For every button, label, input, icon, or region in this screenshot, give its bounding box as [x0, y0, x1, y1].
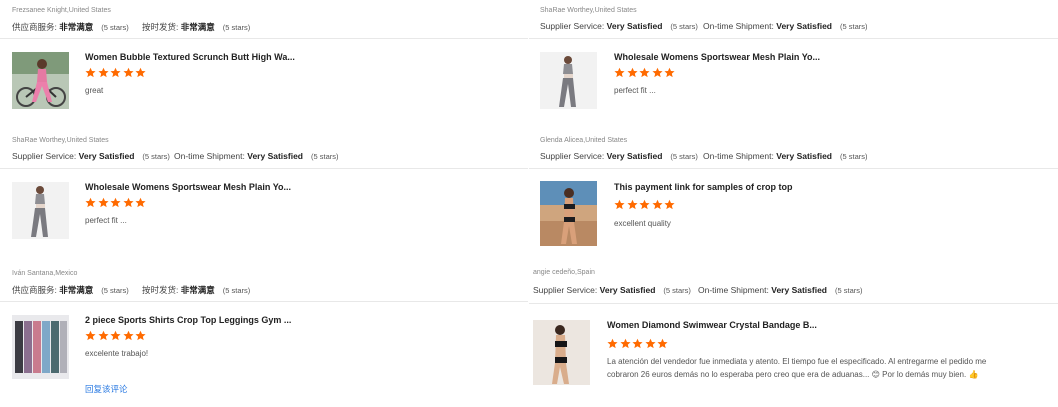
- product-title[interactable]: 2 piece Sports Shirts Crop Top Leggings …: [85, 315, 291, 325]
- buyer-name: Iván Santana,Mexico: [12, 270, 78, 277]
- review-body: Women Bubble Textured Scrunch Butt High …: [0, 39, 528, 129]
- star-icon: [135, 330, 146, 341]
- star-icon: [97, 197, 109, 208]
- buyer-name: angie cedeño,Spain: [533, 269, 595, 276]
- buyer-name: ShaRae Worthey,United States: [12, 137, 109, 144]
- review-meta: ShaRae Worthey,United States Supplier Se…: [0, 130, 528, 169]
- review-comment: great: [85, 86, 104, 95]
- review-body: Wholesale Womens Sportswear Mesh Plain Y…: [0, 169, 528, 259]
- review-comment: excelente trabajo!: [85, 349, 149, 358]
- rating-stars: [85, 197, 148, 209]
- shipment-rating: 按时发货: 非常满意 (5 stars): [142, 285, 251, 295]
- product-title[interactable]: Wholesale Womens Sportswear Mesh Plain Y…: [614, 52, 820, 62]
- review-comment: excellent quality: [614, 219, 671, 228]
- sports-sets-photo[interactable]: [12, 315, 69, 379]
- supplier-service-rating: 供应商服务: 非常满意 (5 stars): [12, 22, 129, 32]
- review-comment: perfect fit ...: [614, 86, 656, 95]
- star-icon: [97, 330, 109, 341]
- star-icon: [664, 199, 675, 210]
- star-icon: [85, 67, 96, 78]
- star-icon: [607, 338, 618, 349]
- star-icon: [122, 330, 134, 341]
- star-icon: [122, 197, 134, 208]
- review-card: angie cedeño,Spain Supplier Service: Ver…: [529, 262, 1058, 404]
- supplier-service-rating: Supplier Service: Very Satisfied (5 stars…: [540, 151, 698, 161]
- review-body: Wholesale Womens Sportswear Mesh Plain Y…: [529, 39, 1058, 129]
- supplier-service-rating: 供应商服务: 非常满意 (5 stars): [12, 285, 129, 295]
- rating-stars: [614, 199, 677, 211]
- pink-leggings-photo[interactable]: [12, 52, 69, 109]
- review-card: Glenda Alicea,United States Supplier Ser…: [529, 130, 1058, 259]
- star-icon: [110, 67, 121, 78]
- buyer-name: Frezsanee Knight,United States: [12, 7, 111, 14]
- star-icon: [135, 197, 146, 208]
- star-icon: [657, 338, 668, 349]
- star-icon: [614, 67, 625, 78]
- buyer-name: Glenda Alicea,United States: [540, 137, 628, 144]
- star-icon: [110, 197, 121, 208]
- product-title[interactable]: Women Bubble Textured Scrunch Butt High …: [85, 52, 295, 62]
- star-icon: [644, 338, 656, 349]
- review-comment-line: La atención del vendedor fue inmediata y…: [607, 357, 987, 366]
- review-body: Women Diamond Swimwear Crystal Bandage B…: [529, 304, 1058, 404]
- reply-review-link[interactable]: 回复该评论: [85, 383, 128, 395]
- review-meta: Iván Santana,Mexico 供应商服务: 非常满意 (5 stars)…: [0, 263, 528, 302]
- review-card: Iván Santana,Mexico 供应商服务: 非常满意 (5 stars)…: [0, 263, 528, 407]
- review-meta: ShaRae Worthey,United States Supplier Se…: [529, 0, 1058, 39]
- star-icon: [110, 330, 121, 341]
- shipment-rating: On-time Shipment: Very Satisfied (5 stars…: [703, 21, 868, 31]
- review-comment: perfect fit ...: [85, 216, 127, 225]
- star-icon: [122, 67, 134, 78]
- buyer-name: ShaRae Worthey,United States: [540, 7, 637, 14]
- star-icon: [651, 67, 663, 78]
- product-title[interactable]: This payment link for samples of crop to…: [614, 182, 793, 192]
- star-icon: [85, 197, 96, 208]
- grey-sportswear-photo[interactable]: [12, 182, 69, 239]
- shipment-rating: On-time Shipment: Very Satisfied (5 stars…: [698, 285, 863, 295]
- bikini-photo[interactable]: [540, 181, 597, 246]
- star-icon: [639, 67, 650, 78]
- star-icon: [651, 199, 663, 210]
- black-swimwear-photo[interactable]: [533, 320, 590, 385]
- product-title[interactable]: Wholesale Womens Sportswear Mesh Plain Y…: [85, 182, 291, 192]
- rating-stars: [607, 338, 670, 350]
- product-title[interactable]: Women Diamond Swimwear Crystal Bandage B…: [607, 320, 817, 330]
- shipment-rating: On-time Shipment: Very Satisfied (5 stars…: [703, 151, 868, 161]
- rating-stars: [614, 67, 677, 79]
- supplier-service-rating: Supplier Service: Very Satisfied (5 stars…: [533, 285, 691, 295]
- grey-sportswear-photo[interactable]: [540, 52, 597, 109]
- star-icon: [639, 199, 650, 210]
- star-icon: [85, 330, 96, 341]
- star-icon: [614, 199, 625, 210]
- star-icon: [664, 67, 675, 78]
- review-card: ShaRae Worthey,United States Supplier Se…: [0, 130, 528, 259]
- review-meta: angie cedeño,Spain Supplier Service: Ver…: [529, 262, 1058, 304]
- star-icon: [632, 338, 643, 349]
- supplier-service-rating: Supplier Service: Very Satisfied (5 stars…: [540, 21, 698, 31]
- shipment-rating: 按时发货: 非常满意 (5 stars): [142, 22, 251, 32]
- rating-stars: [85, 330, 148, 342]
- review-meta: Frezsanee Knight,United States 供应商服务: 非常…: [0, 0, 528, 39]
- rating-stars: [85, 67, 148, 79]
- star-icon: [626, 67, 638, 78]
- star-icon: [97, 67, 109, 78]
- shipment-rating: On-time Shipment: Very Satisfied (5 stars…: [174, 151, 339, 161]
- review-comment-line: cobraron 26 euros demás no lo esperaba p…: [607, 370, 979, 379]
- review-card: Frezsanee Knight,United States 供应商服务: 非常…: [0, 0, 528, 129]
- star-icon: [135, 67, 146, 78]
- supplier-service-rating: Supplier Service: Very Satisfied (5 stars…: [12, 151, 170, 161]
- star-icon: [619, 338, 631, 349]
- review-body: This payment link for samples of crop to…: [529, 169, 1058, 259]
- star-icon: [626, 199, 638, 210]
- review-meta: Glenda Alicea,United States Supplier Ser…: [529, 130, 1058, 169]
- review-card: ShaRae Worthey,United States Supplier Se…: [529, 0, 1058, 129]
- review-body: 2 piece Sports Shirts Crop Top Leggings …: [0, 302, 528, 407]
